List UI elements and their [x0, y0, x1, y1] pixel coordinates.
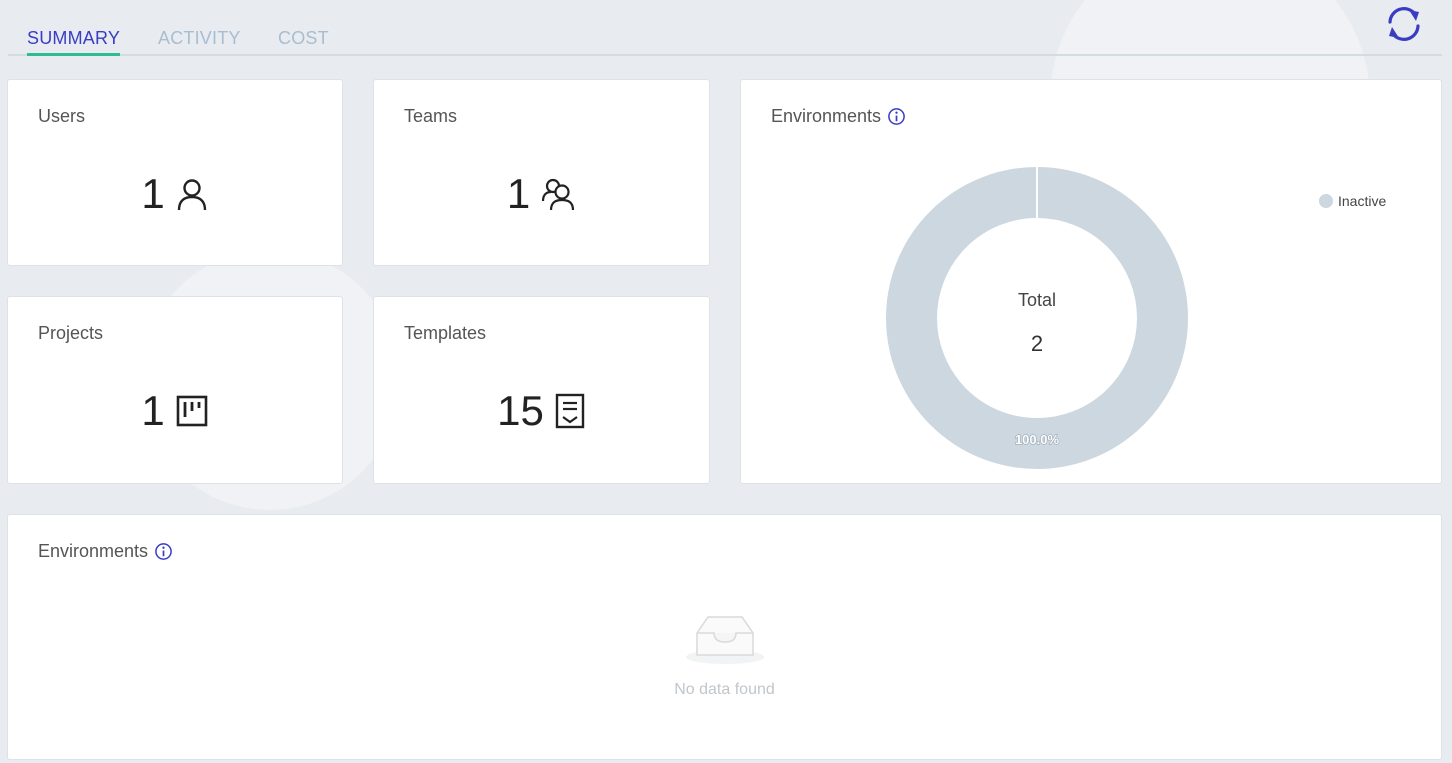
donut-chart: Total 2 100.0%: [886, 167, 1188, 469]
card-title: Projects: [38, 323, 104, 343]
users-count: 1: [141, 170, 165, 217]
info-icon[interactable]: [154, 542, 173, 561]
environments-list-card: Environments No data found: [7, 514, 1442, 760]
empty-state: No data found: [8, 611, 1441, 699]
donut-center-label: Total: [1018, 290, 1056, 310]
refresh-icon: [1388, 7, 1420, 41]
refresh-button[interactable]: [1382, 2, 1426, 46]
tab-bar: SUMMARY ACTIVITY COST: [8, 0, 1442, 56]
projects-card: Projects 1: [7, 296, 343, 484]
templates-card: Templates 15: [373, 296, 710, 484]
users-card: Users 1: [7, 79, 343, 266]
teams-count: 1: [506, 170, 531, 217]
tab-summary[interactable]: SUMMARY: [27, 28, 121, 56]
team-icon: [542, 178, 575, 211]
user-icon: [177, 179, 206, 211]
empty-message: No data found: [674, 681, 775, 698]
tab-activity[interactable]: ACTIVITY: [158, 28, 241, 49]
donut-center-value: 2: [1031, 331, 1043, 356]
legend-swatch: [1319, 194, 1333, 208]
section-title: Environments: [38, 541, 173, 562]
projects-count: 1: [141, 387, 165, 434]
card-title: Templates: [404, 323, 487, 343]
legend-label: Inactive: [1338, 193, 1387, 209]
templates-count: 15: [497, 387, 544, 434]
slice-data-label: 100.0%: [1015, 432, 1060, 447]
donut-slice-inactive[interactable]: [886, 167, 1188, 469]
card-title: Teams: [404, 106, 458, 126]
section-title-text: Environments: [38, 541, 149, 561]
card-title: Users: [38, 106, 86, 126]
template-icon: [555, 393, 585, 429]
chart-legend[interactable]: Inactive: [1319, 193, 1386, 209]
tab-cost[interactable]: COST: [278, 28, 329, 49]
board-icon: [176, 395, 207, 427]
environments-chart-card: Environments Total 2 100.0% Inactive: [740, 79, 1442, 484]
empty-inbox-icon: [685, 616, 764, 664]
teams-card: Teams 1: [373, 79, 710, 266]
